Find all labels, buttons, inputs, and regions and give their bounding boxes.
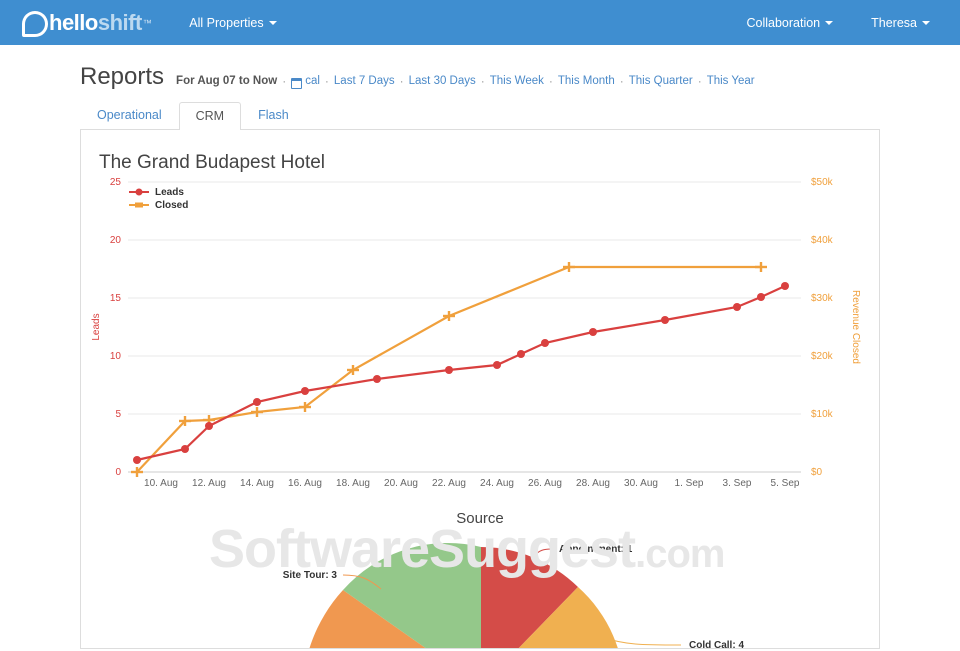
x-tick-7: 24. Aug bbox=[480, 478, 514, 489]
right-axis-ticks: $50k $40k $30k $20k $10k $0 bbox=[811, 177, 834, 478]
chart-legend: Leads Closed bbox=[129, 187, 188, 211]
separator-dot: · bbox=[619, 74, 624, 88]
trademark-symbol: ™ bbox=[142, 17, 152, 28]
left-tick-15: 15 bbox=[110, 293, 122, 304]
chart-gridlines bbox=[128, 181, 801, 415]
pie-chart-svg: Appointment: 1 Cold Call: 4 Site Tour: 3 bbox=[283, 543, 744, 649]
separator-dot: · bbox=[697, 74, 702, 88]
pie-label-cold-call: Cold Call: 4 bbox=[689, 640, 744, 649]
left-tick-20: 20 bbox=[110, 235, 122, 246]
left-axis-ticks: 25 20 15 10 5 0 bbox=[110, 177, 122, 478]
separator-dot: · bbox=[480, 74, 485, 88]
all-properties-label: All Properties bbox=[189, 15, 264, 30]
report-tabs: Operational CRM Flash bbox=[0, 101, 960, 130]
range-this-quarter[interactable]: This Quarter bbox=[629, 75, 693, 87]
pie-chart-title: Source bbox=[456, 510, 504, 527]
x-tick-11: 1. Sep bbox=[675, 478, 704, 489]
left-tick-25: 25 bbox=[110, 177, 122, 188]
all-properties-menu[interactable]: All Properties bbox=[181, 12, 284, 34]
separator-dot: · bbox=[282, 74, 287, 88]
left-tick-10: 10 bbox=[110, 351, 122, 362]
leads-series-markers bbox=[133, 282, 789, 464]
date-range-bar: For Aug 07 to Now · cal · Last 7 Days · … bbox=[176, 74, 755, 89]
page-title: Reports bbox=[80, 63, 165, 90]
chevron-down-icon bbox=[922, 21, 930, 26]
range-last-7-days[interactable]: Last 7 Days bbox=[334, 75, 395, 87]
collaboration-menu[interactable]: Collaboration bbox=[738, 12, 841, 34]
x-tick-6: 22. Aug bbox=[432, 478, 466, 489]
separator-dot: · bbox=[399, 74, 404, 88]
helloshift-logo[interactable]: hello shift ™ bbox=[22, 9, 152, 37]
right-tick-30k: $30k bbox=[811, 293, 834, 304]
x-tick-3: 16. Aug bbox=[288, 478, 322, 489]
page-header: Reports For Aug 07 to Now · cal · Last 7… bbox=[0, 45, 960, 101]
range-this-month[interactable]: This Month bbox=[558, 75, 615, 87]
chevron-down-icon bbox=[268, 21, 277, 26]
report-panel: The Grand Budapest Hotel 25 20 15 10 5 0 bbox=[80, 129, 880, 649]
range-this-year[interactable]: This Year bbox=[707, 75, 755, 87]
leads-revenue-line-chart: 25 20 15 10 5 0 Leads $50k $40k $30k $20… bbox=[81, 174, 879, 504]
x-axis-ticks: 10. Aug 12. Aug 14. Aug 16. Aug 18. Aug … bbox=[144, 478, 800, 489]
range-last-30-days[interactable]: Last 30 Days bbox=[409, 75, 476, 87]
left-axis-title: Leads bbox=[91, 313, 102, 340]
top-navigation-right: Collaboration Theresa bbox=[738, 12, 938, 34]
right-axis-title: Revenue Closed bbox=[850, 290, 861, 364]
brand-name-primary: hello bbox=[49, 9, 98, 35]
property-name-heading: The Grand Budapest Hotel bbox=[99, 152, 326, 173]
x-tick-1: 12. Aug bbox=[192, 478, 226, 489]
x-tick-9: 28. Aug bbox=[576, 478, 610, 489]
x-tick-10: 30. Aug bbox=[624, 478, 658, 489]
legend-label-closed: Closed bbox=[155, 200, 188, 211]
cal-link[interactable]: cal bbox=[305, 75, 320, 87]
right-tick-20k: $20k bbox=[811, 351, 834, 362]
right-tick-40k: $40k bbox=[811, 235, 834, 246]
user-menu[interactable]: Theresa bbox=[863, 12, 938, 34]
top-navigation-bar: hello shift ™ All Properties Collaboration… bbox=[0, 0, 960, 45]
right-tick-0: $0 bbox=[811, 467, 823, 478]
legend-label-leads: Leads bbox=[155, 187, 184, 198]
brand-name-secondary: shift bbox=[97, 9, 142, 35]
collaboration-label: Collaboration bbox=[746, 15, 821, 30]
tab-flash[interactable]: Flash bbox=[241, 101, 306, 129]
user-name-label: Theresa bbox=[871, 15, 917, 30]
right-tick-10k: $10k bbox=[811, 409, 834, 420]
separator-dot: · bbox=[548, 74, 553, 88]
tab-operational[interactable]: Operational bbox=[80, 101, 179, 129]
line-chart-svg: 25 20 15 10 5 0 Leads $50k $40k $30k $20… bbox=[91, 177, 861, 489]
left-tick-0: 0 bbox=[115, 467, 121, 478]
x-tick-0: 10. Aug bbox=[144, 478, 178, 489]
chevron-down-icon bbox=[825, 21, 834, 26]
x-tick-4: 18. Aug bbox=[336, 478, 370, 489]
speech-bubble-icon bbox=[22, 10, 48, 37]
x-tick-5: 20. Aug bbox=[384, 478, 418, 489]
source-pie-chart: Source Appointment: 1 Cold Call: 4 Site … bbox=[81, 504, 879, 649]
left-tick-5: 5 bbox=[115, 409, 121, 420]
x-tick-8: 26. Aug bbox=[528, 478, 562, 489]
right-tick-50k: $50k bbox=[811, 177, 834, 188]
tab-crm[interactable]: CRM bbox=[178, 102, 242, 130]
x-tick-12: 3. Sep bbox=[723, 478, 752, 489]
pie-label-site-tour: Site Tour: 3 bbox=[283, 570, 338, 581]
separator-dot: · bbox=[324, 74, 329, 88]
date-range-label: For Aug 07 to Now bbox=[176, 75, 278, 87]
pie-label-appointment: Appointment: 1 bbox=[559, 544, 633, 555]
x-tick-2: 14. Aug bbox=[240, 478, 274, 489]
calendar-icon[interactable] bbox=[291, 77, 303, 89]
pie-slices bbox=[309, 543, 618, 648]
x-tick-13: 5. Sep bbox=[771, 478, 800, 489]
range-this-week[interactable]: This Week bbox=[490, 75, 544, 87]
